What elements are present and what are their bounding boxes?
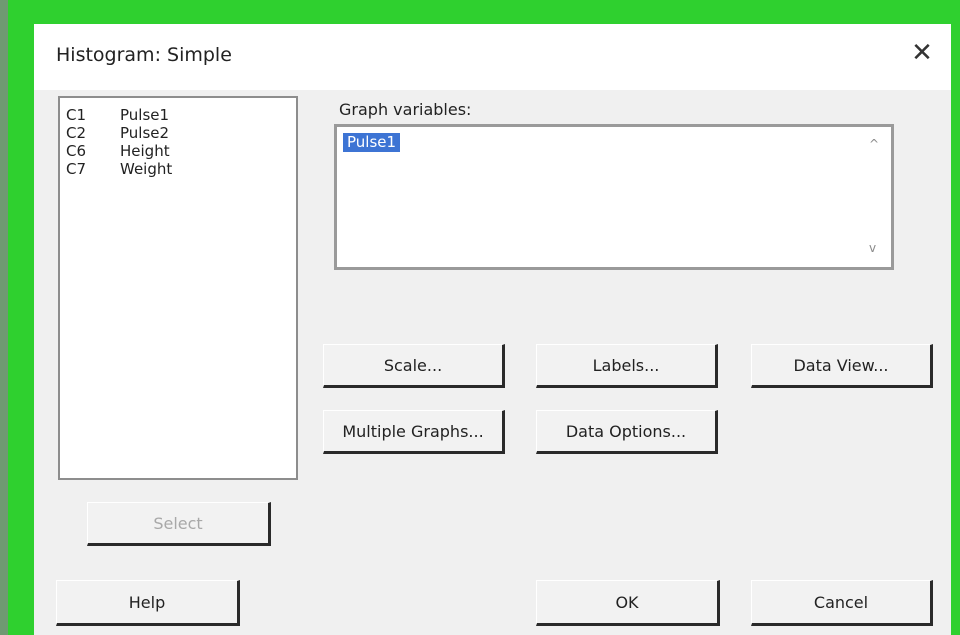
dialog-title: Histogram: Simple bbox=[56, 44, 232, 66]
variable-column: C1 bbox=[66, 106, 87, 124]
graph-variables-label: Graph variables: bbox=[339, 100, 472, 119]
graph-variables-scrollbar[interactable]: ^ v bbox=[863, 129, 889, 265]
graph-variables-value[interactable]: Pulse1 bbox=[343, 133, 401, 152]
variable-name: Height bbox=[120, 142, 170, 160]
histogram-dialog: Histogram: Simple ✕ C1 Pulse1 C2 Pulse2 … bbox=[34, 24, 951, 635]
variable-row[interactable]: C2 Pulse2 bbox=[66, 124, 296, 142]
variable-column: C7 bbox=[66, 160, 87, 178]
variable-column: C2 bbox=[66, 124, 87, 142]
ok-button[interactable]: OK bbox=[536, 580, 720, 626]
variable-name: Weight bbox=[120, 160, 173, 178]
labels-button[interactable]: Labels... bbox=[536, 344, 718, 388]
variable-row[interactable]: C1 Pulse1 bbox=[66, 106, 296, 124]
multiple-graphs-button[interactable]: Multiple Graphs... bbox=[323, 410, 505, 454]
scale-button[interactable]: Scale... bbox=[323, 344, 505, 388]
scroll-down-icon[interactable]: v bbox=[869, 241, 876, 255]
cancel-button[interactable]: Cancel bbox=[751, 580, 933, 626]
variable-column: C6 bbox=[66, 142, 87, 160]
scroll-up-icon[interactable]: ^ bbox=[869, 137, 879, 151]
graph-variables-field[interactable]: Pulse1 ^ v bbox=[334, 124, 894, 270]
data-view-button[interactable]: Data View... bbox=[751, 344, 933, 388]
title-bar: Histogram: Simple ✕ bbox=[34, 24, 951, 90]
variable-row[interactable]: C7 Weight bbox=[66, 160, 296, 178]
data-options-button[interactable]: Data Options... bbox=[536, 410, 718, 454]
window-highlight-frame: Histogram: Simple ✕ C1 Pulse1 C2 Pulse2 … bbox=[8, 0, 960, 635]
variable-name: Pulse1 bbox=[120, 106, 170, 124]
help-button[interactable]: Help bbox=[56, 580, 240, 626]
variable-name: Pulse2 bbox=[120, 124, 170, 142]
variable-list[interactable]: C1 Pulse1 C2 Pulse2 C6 Height C7 Weight bbox=[58, 96, 298, 480]
close-icon[interactable]: ✕ bbox=[907, 38, 937, 68]
select-button[interactable]: Select bbox=[87, 502, 271, 546]
variable-row[interactable]: C6 Height bbox=[66, 142, 296, 160]
